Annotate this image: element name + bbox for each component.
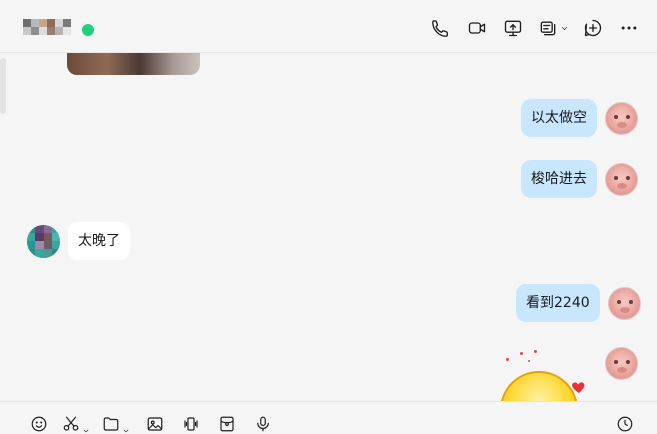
sparkle-dot	[528, 360, 530, 362]
microphone-icon[interactable]	[254, 414, 272, 434]
sparkle-dot	[506, 358, 509, 361]
history-icon[interactable]	[616, 414, 634, 434]
scrollbar-thumb[interactable]	[0, 58, 6, 114]
message-bubble[interactable]: 太晚了	[68, 222, 130, 260]
sparkle-dot	[534, 350, 537, 353]
contact-avatar[interactable]	[27, 224, 60, 258]
emoji-icon[interactable]	[30, 414, 48, 434]
my-avatar[interactable]	[605, 347, 638, 380]
chevron-down-icon[interactable]	[122, 420, 130, 433]
folder-icon[interactable]	[102, 414, 130, 434]
my-avatar[interactable]	[605, 101, 638, 135]
screen-share-icon[interactable]	[495, 14, 531, 42]
my-avatar[interactable]	[607, 286, 641, 320]
chevron-down-icon[interactable]	[82, 420, 90, 433]
voice-call-icon[interactable]	[423, 14, 459, 42]
message-row-me: 以太做空	[521, 99, 638, 137]
vibrate-icon[interactable]	[182, 414, 200, 434]
message-bubble[interactable]: 以太做空	[521, 99, 597, 137]
more-icon[interactable]	[611, 14, 647, 42]
online-status-dot	[82, 24, 94, 36]
video-call-icon[interactable]	[459, 14, 495, 42]
message-row-them: 太晚了	[27, 222, 130, 260]
add-icon[interactable]	[575, 14, 611, 42]
contact-name-pixelated[interactable]	[23, 19, 75, 39]
message-bubble[interactable]: 梭哈进去	[521, 160, 597, 198]
image-icon[interactable]	[146, 414, 164, 434]
red-packet-icon[interactable]	[218, 414, 236, 434]
pixelated-name	[23, 19, 71, 39]
chat-header	[0, 0, 657, 53]
my-avatar[interactable]	[605, 162, 638, 196]
remote-assist-icon[interactable]	[531, 14, 575, 42]
scissors-icon[interactable]	[62, 414, 90, 434]
message-row-me: 看到2240	[516, 284, 641, 322]
chevron-down-icon	[561, 26, 567, 30]
message-bubble[interactable]: 看到2240	[516, 284, 600, 322]
image-message[interactable]	[67, 53, 200, 75]
header-actions	[423, 14, 647, 42]
heart-icon	[570, 381, 586, 395]
sparkle-dot	[520, 352, 523, 355]
message-row-me: 梭哈进去	[521, 160, 638, 198]
input-toolbar	[0, 401, 657, 434]
